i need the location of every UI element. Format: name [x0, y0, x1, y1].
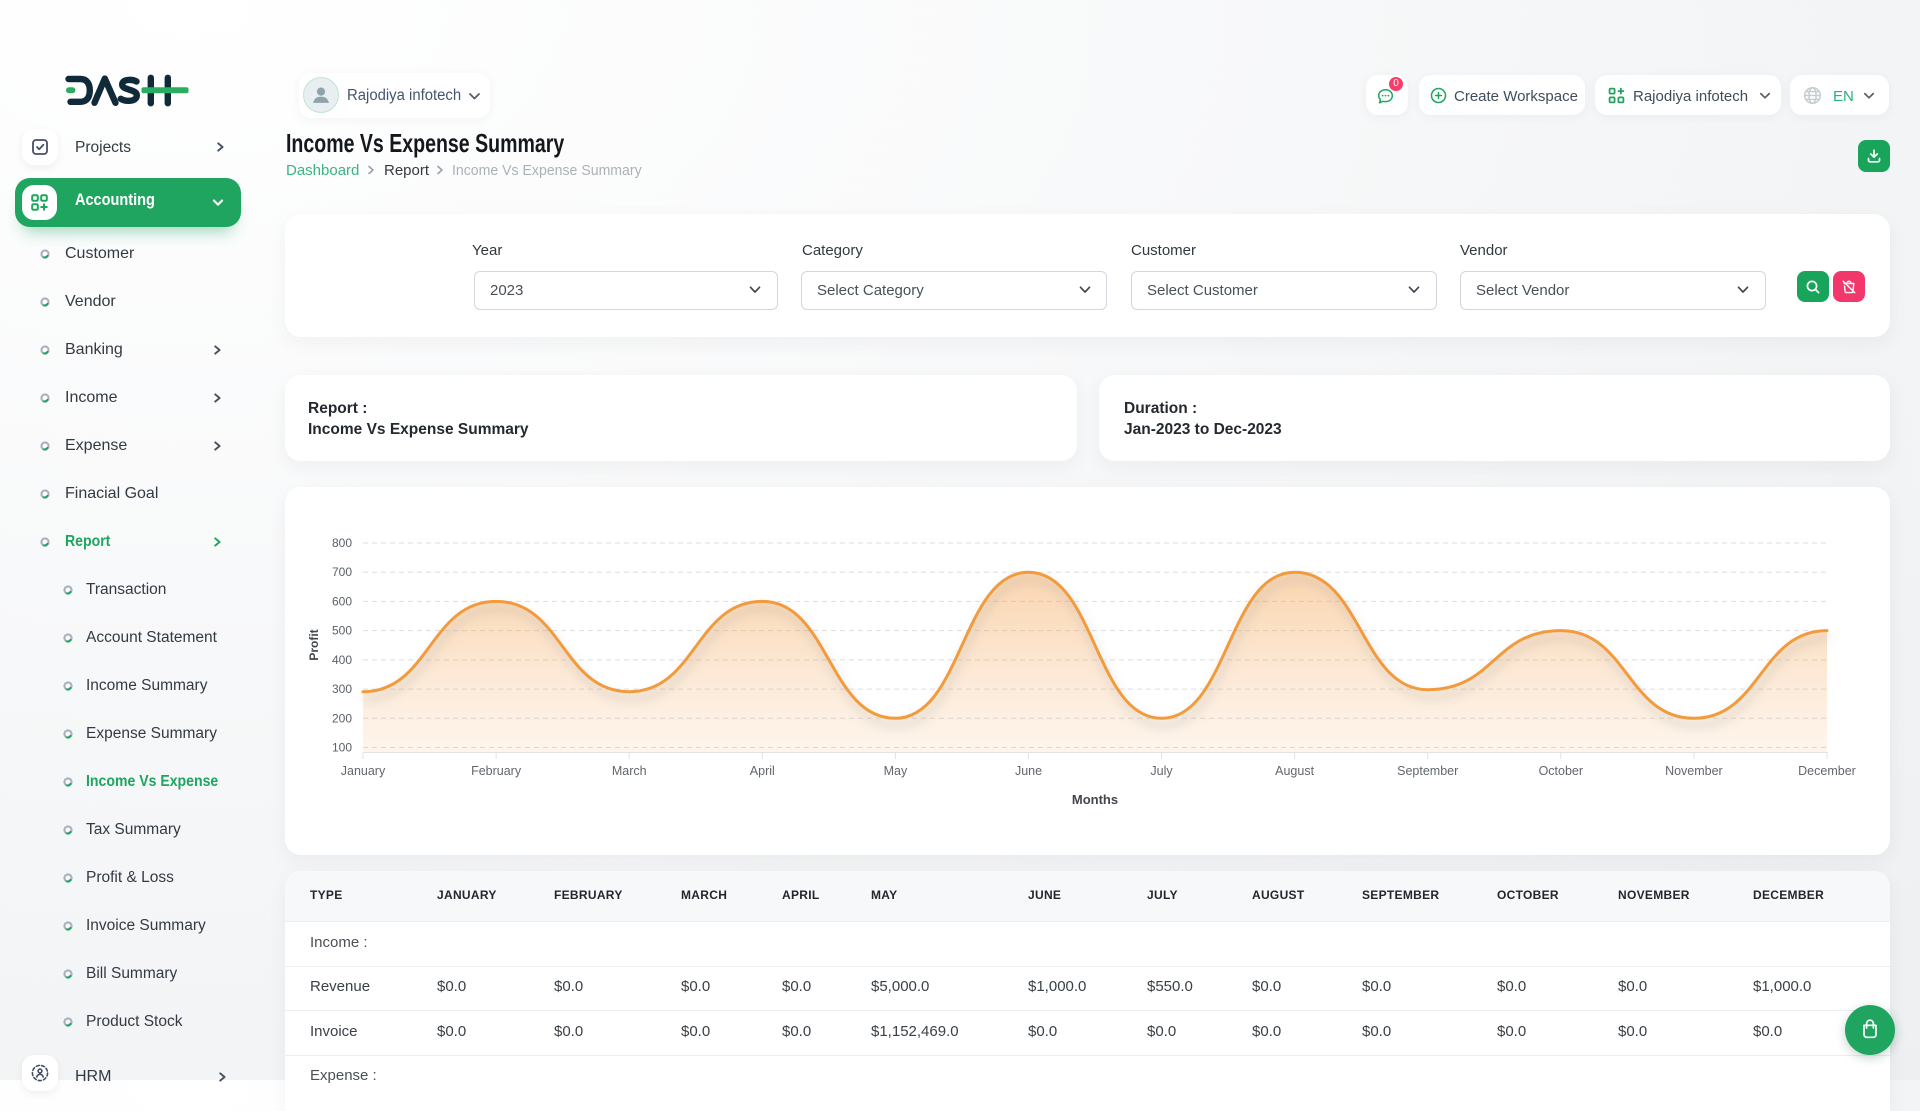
svg-text:700: 700	[332, 565, 352, 579]
svg-text:500: 500	[332, 624, 352, 638]
svg-text:May: May	[884, 764, 908, 778]
svg-text:March: March	[612, 764, 647, 778]
svg-text:June: June	[1015, 764, 1042, 778]
svg-text:December: December	[1798, 764, 1856, 778]
svg-text:600: 600	[332, 594, 352, 608]
svg-text:Profit: Profit	[307, 629, 321, 660]
svg-text:400: 400	[332, 653, 352, 667]
svg-text:Months: Months	[1072, 792, 1118, 807]
svg-text:April: April	[750, 764, 775, 778]
svg-text:August: August	[1275, 764, 1314, 778]
svg-text:January: January	[341, 764, 386, 778]
svg-text:200: 200	[332, 711, 352, 725]
svg-text:February: February	[471, 764, 522, 778]
svg-text:300: 300	[332, 682, 352, 696]
svg-text:100: 100	[332, 741, 352, 755]
svg-text:800: 800	[332, 536, 352, 550]
svg-text:November: November	[1665, 764, 1723, 778]
svg-text:October: October	[1539, 764, 1583, 778]
svg-text:September: September	[1397, 764, 1458, 778]
svg-text:July: July	[1150, 764, 1173, 778]
